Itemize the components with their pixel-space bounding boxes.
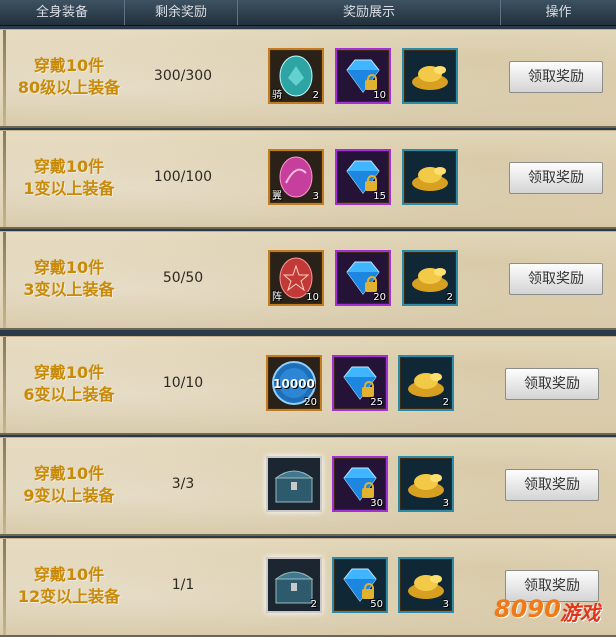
item-tag: 阵 [272,292,282,303]
remaining-count: 10/10 [162,375,204,391]
claim-reward-button[interactable]: 领取奖励 [505,469,599,501]
lock-icon [362,583,374,599]
requirement-line2: 6变以上装备 [23,385,115,404]
requirement-text: 穿戴10件 6变以上装备 [10,362,128,406]
lock-icon [362,482,374,498]
claim-reward-button[interactable]: 领取奖励 [505,368,599,400]
reward-item-gold[interactable]: 3 [398,557,454,613]
item-qty: 20 [373,292,386,303]
item-qty: 3 [442,599,449,610]
reward-item-chest[interactable] [266,456,322,512]
remaining-count: 50/50 [162,270,204,286]
claim-reward-button[interactable]: 领取奖励 [509,61,603,93]
requirement-text: 穿戴10件 12变以上装备 [10,564,128,608]
requirement-line2: 3变以上装备 [23,280,115,299]
reward-item-diamond[interactable]: 15 [335,149,391,205]
header-action: 操作 [545,5,572,20]
requirement-line2: 9变以上装备 [23,486,115,505]
lock-icon [365,276,377,292]
remaining-count: 3/3 [171,476,195,492]
reward-row: 穿戴10件 3变以上装备 50/50 阵 10 20 2 领取奖励 [0,231,616,330]
requirement-line2: 1变以上装备 [23,179,115,198]
reward-item-diamond[interactable]: 30 [332,456,388,512]
reward-item-gold[interactable]: 3 [398,456,454,512]
item-qty: 2 [446,292,453,303]
site-watermark-logo: 8090 游戏 [494,591,612,629]
reward-item-diamond[interactable]: 20 [335,250,391,306]
requirement-line2: 80级以上装备 [17,78,121,97]
lock-icon [365,74,377,90]
reward-row: 穿戴10件 1变以上装备 100/100 翼 3 15 领取奖励 [0,130,616,229]
lock-icon [362,381,374,397]
header-equip: 全身装备 [0,0,125,25]
requirement-line1: 穿戴10件 [33,464,105,483]
remaining-count: 1/1 [171,577,195,593]
header-remaining: 剩余奖励 [125,0,238,25]
reward-item-gold[interactable] [402,149,458,205]
reward-item-chest[interactable]: 2 [266,557,322,613]
reward-row: 穿戴10件 80级以上装备 300/300 骑 2 10 领取奖励 [0,29,616,128]
lock-icon [365,175,377,191]
reward-row: 穿戴10件 9变以上装备 3/3 30 3 领取奖励 [0,437,616,536]
table-header: 全身装备 剩余奖励 奖励展示 操作 [0,0,616,26]
item-tag: 骑 [272,90,282,101]
requirement-line2: 12变以上装备 [17,587,121,606]
claim-reward-button[interactable]: 领取奖励 [509,263,603,295]
reward-row: 穿戴10件 6变以上装备 10/10 10000 20 25 2 领取奖励 [0,336,616,435]
requirement-line1: 穿戴10件 [33,363,105,382]
item-qty: 2 [310,599,317,610]
item-qty: 50 [370,599,383,610]
requirement-text: 穿戴10件 1变以上装备 [10,156,128,200]
requirement-line1: 穿戴10件 [33,565,105,584]
item-qty: 30 [370,498,383,509]
reward-item-gem[interactable]: 骑 2 [268,48,324,104]
requirement-text: 穿戴10件 80级以上装备 [10,55,128,99]
reward-item-gold[interactable]: 2 [402,250,458,306]
reward-item-coin[interactable]: 10000 20 [266,355,322,411]
item-tag: 翼 [272,191,282,202]
requirement-line1: 穿戴10件 [33,258,105,277]
watermark-digits: 8090 [494,595,561,623]
item-qty: 25 [370,397,383,408]
item-qty: 20 [304,397,317,408]
requirement-text: 穿戴10件 9变以上装备 [10,463,128,507]
reward-item-diamond[interactable]: 25 [332,355,388,411]
item-qty: 3 [442,498,449,509]
claim-reward-button[interactable]: 领取奖励 [509,162,603,194]
remaining-count: 300/300 [153,68,213,84]
reward-item-diamond[interactable]: 10 [335,48,391,104]
reward-item-gem[interactable]: 阵 10 [268,250,324,306]
watermark-text: 游戏 [560,601,600,625]
reward-item-gold[interactable]: 2 [398,355,454,411]
requirement-line1: 穿戴10件 [33,56,105,75]
item-qty: 3 [312,191,319,202]
coin-value: 10000 [273,377,315,391]
item-qty: 10 [306,292,319,303]
reward-item-gem[interactable]: 翼 3 [268,149,324,205]
gold-ingot-icon [412,167,448,191]
reward-item-gold[interactable] [402,48,458,104]
item-qty: 2 [312,90,319,101]
header-rewards: 奖励展示 [238,0,501,25]
treasure-chest-icon [274,470,314,503]
item-qty: 15 [373,191,386,202]
gold-ingot-icon [412,66,448,90]
item-qty: 10 [373,90,386,101]
remaining-count: 100/100 [153,169,213,185]
item-qty: 2 [442,397,449,408]
requirement-line1: 穿戴10件 [33,157,105,176]
reward-item-diamond[interactable]: 50 [332,557,388,613]
requirement-text: 穿戴10件 3变以上装备 [10,257,128,301]
